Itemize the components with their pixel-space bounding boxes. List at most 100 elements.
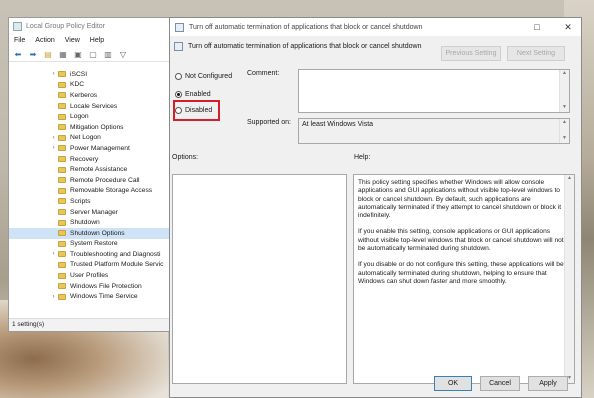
folder-icon bbox=[58, 166, 66, 173]
help-label: Help: bbox=[354, 154, 371, 161]
comment-textarea[interactable]: ▲ ▼ bbox=[298, 69, 570, 113]
export-list-icon[interactable]: ▣ bbox=[73, 49, 83, 59]
scroll-up-icon[interactable]: ▲ bbox=[565, 175, 574, 183]
dialog-header: Turn off automatic termination of applic… bbox=[174, 42, 421, 51]
folder-icon bbox=[58, 134, 66, 141]
tree-item-label: System Restore bbox=[70, 240, 118, 248]
radio-not-configured[interactable]: Not Configured bbox=[175, 73, 232, 80]
scroll-up-icon[interactable]: ▲ bbox=[560, 119, 569, 127]
radio-circle bbox=[175, 91, 182, 98]
radio-enabled[interactable]: Enabled bbox=[175, 91, 211, 98]
tree-item[interactable]: Removable Storage Access bbox=[9, 186, 169, 197]
scroll-down-icon[interactable]: ▼ bbox=[560, 104, 569, 112]
options-panel bbox=[172, 174, 347, 384]
tree-item[interactable]: System Restore bbox=[9, 239, 169, 250]
expand-chevron-icon[interactable]: › bbox=[49, 71, 58, 77]
tree-item[interactable]: Scripts bbox=[9, 196, 169, 207]
dialog-header-text: Turn off automatic termination of applic… bbox=[188, 43, 422, 50]
menu-help[interactable]: Help bbox=[90, 37, 104, 44]
comment-scrollbar[interactable]: ▲ ▼ bbox=[559, 70, 569, 112]
tree-item[interactable]: User Profiles bbox=[9, 270, 169, 281]
policy-setting-dialog: Turn off automatic termination of applic… bbox=[169, 17, 582, 398]
tree-item[interactable]: Windows File Protection bbox=[9, 281, 169, 292]
cancel-button[interactable]: Cancel bbox=[480, 376, 520, 391]
folder-icon bbox=[58, 103, 66, 110]
help-paragraph: If you enable this setting, console appl… bbox=[358, 228, 564, 253]
folder-icon bbox=[58, 261, 66, 268]
tree-item[interactable]: Server Manager bbox=[9, 207, 169, 218]
next-setting-button[interactable]: Next Setting bbox=[507, 46, 565, 61]
expand-chevron-icon[interactable]: › bbox=[49, 294, 58, 300]
folder-icon bbox=[58, 124, 66, 131]
tree-item[interactable]: Shutdown Options bbox=[9, 227, 169, 239]
dialog-titlebar: Turn off automatic termination of applic… bbox=[170, 18, 581, 36]
properties-icon[interactable]: ▥ bbox=[103, 49, 113, 59]
help-paragraph: If you disable or do not configure this … bbox=[358, 261, 564, 285]
radio-label: Disabled bbox=[185, 107, 213, 114]
tree-item-label: Power Management bbox=[70, 144, 130, 152]
tree-item[interactable]: › Power Management bbox=[9, 143, 169, 154]
show-hide-tree-icon[interactable]: ▦ bbox=[58, 49, 68, 59]
tree-item-label: Locale Services bbox=[70, 102, 118, 110]
folder-icon bbox=[58, 230, 66, 237]
up-folder-icon[interactable]: ▤ bbox=[43, 49, 53, 59]
folder-icon bbox=[58, 113, 66, 120]
tree-item-label: Kerberos bbox=[70, 91, 98, 99]
help-icon[interactable]: ▢ bbox=[88, 49, 98, 59]
tree-item[interactable]: KDC bbox=[9, 80, 169, 91]
help-panel: This policy setting specifies whether Wi… bbox=[353, 174, 575, 384]
policy-editor-icon bbox=[13, 21, 22, 31]
menu-view[interactable]: View bbox=[65, 37, 80, 44]
tree-item[interactable]: › Net Logon bbox=[9, 133, 169, 144]
tree-item-label: Mitigation Options bbox=[70, 123, 124, 131]
forward-arrow-icon[interactable]: ➡ bbox=[28, 49, 38, 59]
expand-chevron-icon[interactable]: › bbox=[49, 135, 58, 141]
close-icon[interactable]: ✕ bbox=[555, 22, 581, 33]
tree-item[interactable]: Logon bbox=[9, 111, 169, 122]
folder-icon bbox=[58, 198, 66, 205]
tree-item[interactable]: Shutdown bbox=[9, 217, 169, 228]
previous-setting-button[interactable]: Previous Setting bbox=[441, 46, 501, 61]
supported-scrollbar[interactable]: ▲ ▼ bbox=[559, 119, 569, 143]
filter-icon[interactable]: ▽ bbox=[118, 49, 128, 59]
tree-item[interactable]: › iSCSI bbox=[9, 69, 169, 80]
policy-tree: › iSCSI KDC Kerberos Locale Services Logon Mit… bbox=[9, 69, 169, 319]
tree-item-label: Net Logon bbox=[70, 134, 101, 142]
scroll-up-icon[interactable]: ▲ bbox=[560, 70, 569, 78]
tree-item-label: Remote Assistance bbox=[70, 166, 128, 174]
tree-item[interactable]: Locale Services bbox=[9, 101, 169, 112]
tree-item[interactable]: › Windows Time Service bbox=[9, 291, 169, 302]
expand-chevron-icon[interactable]: › bbox=[49, 251, 58, 257]
tree-item[interactable]: Recovery bbox=[9, 154, 169, 165]
maximize-icon[interactable]: □ bbox=[524, 22, 550, 32]
supported-on-value: At least Windows Vista bbox=[302, 121, 374, 128]
tree-item[interactable]: Kerberos bbox=[9, 90, 169, 101]
menu-action[interactable]: Action bbox=[35, 37, 54, 44]
group-policy-editor-window: Local Group Policy Editor File Action Vi… bbox=[8, 17, 170, 332]
expand-chevron-icon[interactable]: › bbox=[49, 145, 58, 151]
tree-item[interactable]: Remote Procedure Call bbox=[9, 175, 169, 186]
tree-item-label: Removable Storage Access bbox=[70, 187, 153, 195]
tree-item-label: Recovery bbox=[70, 155, 99, 163]
back-arrow-icon[interactable]: ⬅ bbox=[13, 49, 23, 59]
help-scrollbar[interactable]: ▲ ▼ bbox=[564, 175, 574, 383]
tree-item[interactable]: Trusted Platform Module Servic bbox=[9, 260, 169, 271]
comment-label: Comment: bbox=[247, 70, 280, 77]
tree-item-label: Shutdown bbox=[70, 219, 100, 227]
tree-item[interactable]: Mitigation Options bbox=[9, 122, 169, 133]
radio-label: Enabled bbox=[185, 91, 211, 98]
menu-file[interactable]: File bbox=[14, 37, 25, 44]
tree-item-label: Trusted Platform Module Servic bbox=[70, 261, 164, 269]
scroll-down-icon[interactable]: ▼ bbox=[560, 135, 569, 143]
tree-item-label: KDC bbox=[70, 81, 85, 89]
supported-on-label: Supported on: bbox=[247, 119, 291, 126]
folder-icon bbox=[58, 177, 66, 184]
radio-disabled[interactable]: Disabled bbox=[175, 107, 212, 114]
tree-item[interactable]: › Troubleshooting and Diagnosti bbox=[9, 249, 169, 260]
gpe-status-bar: 1 setting(s) bbox=[9, 318, 169, 331]
tree-item-label: Server Manager bbox=[70, 208, 118, 216]
apply-button[interactable]: Apply bbox=[528, 376, 568, 391]
help-text: This policy setting specifies whether Wi… bbox=[354, 175, 574, 298]
ok-button[interactable]: OK bbox=[434, 376, 472, 391]
tree-item[interactable]: Remote Assistance bbox=[9, 164, 169, 175]
